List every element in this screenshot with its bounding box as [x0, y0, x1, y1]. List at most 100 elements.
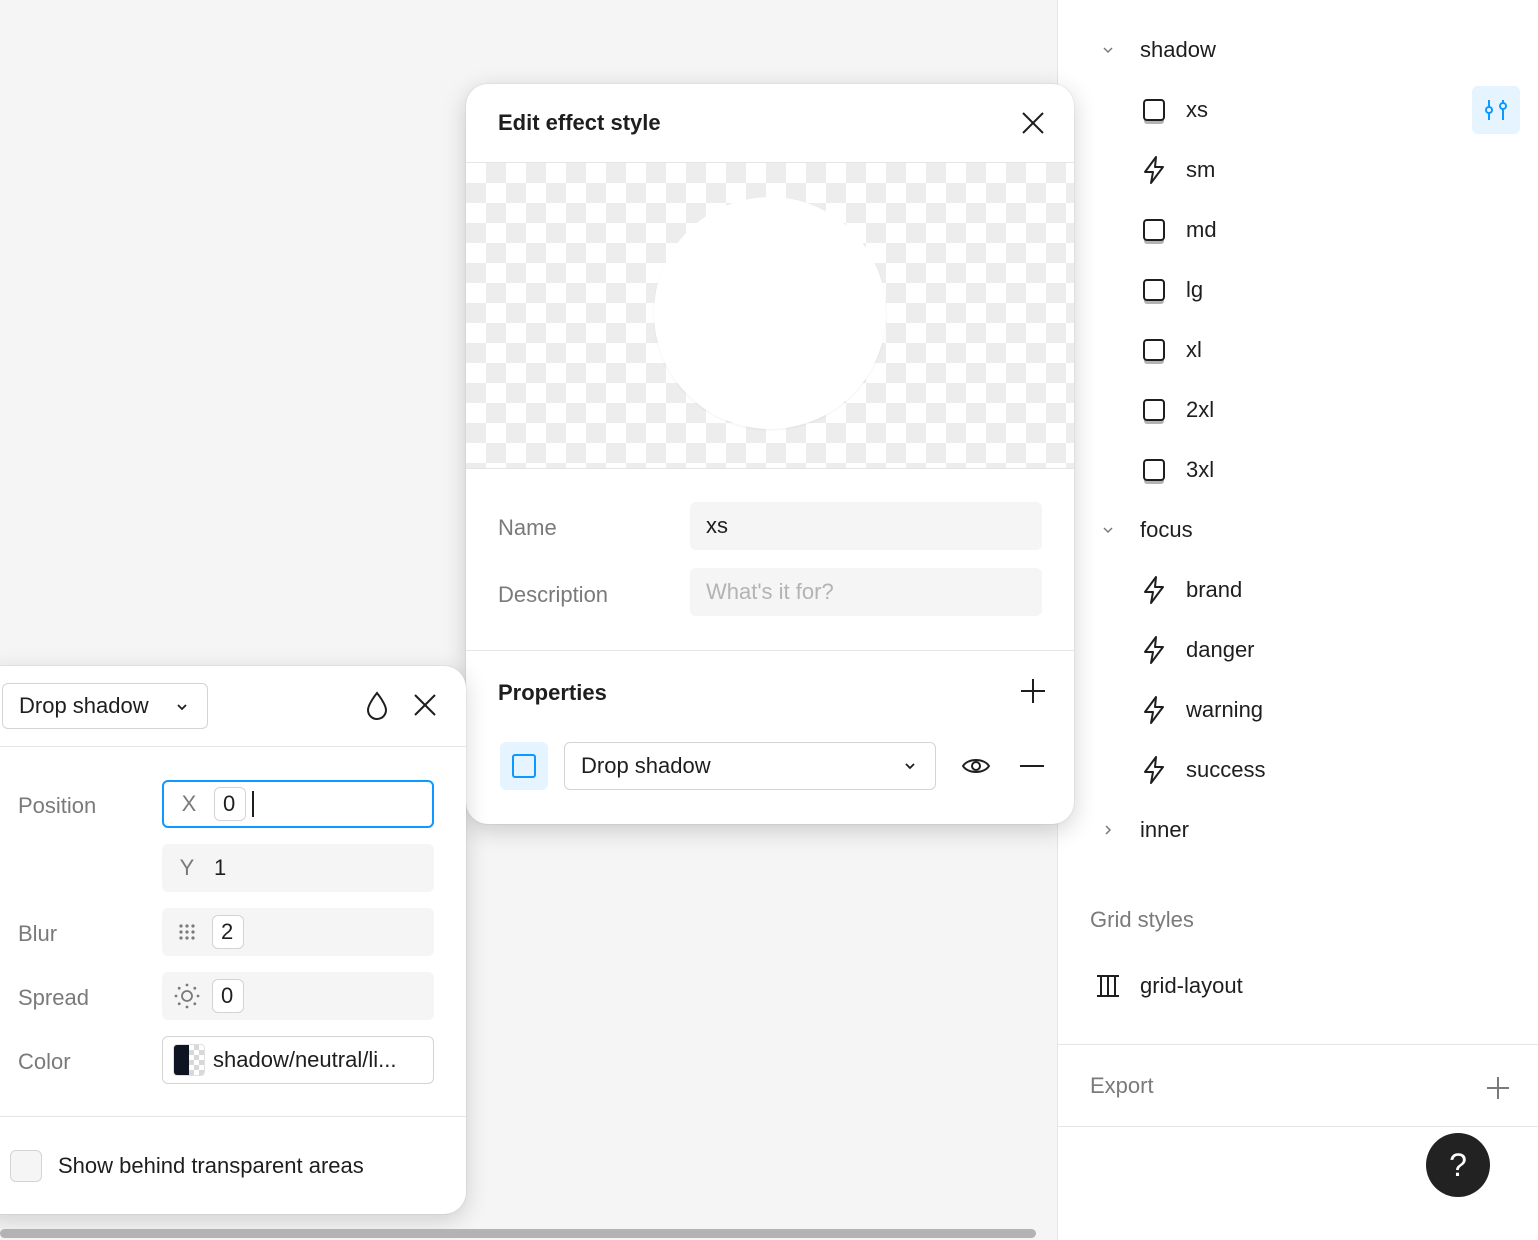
effect-square-icon: [1140, 96, 1168, 124]
close-icon: [414, 694, 436, 716]
description-label: Description: [498, 582, 609, 607]
chevron-down-icon[interactable]: [1098, 520, 1118, 540]
name-input[interactable]: xs: [690, 502, 1042, 550]
position-label: Position: [18, 793, 97, 818]
blur-value[interactable]: 2: [212, 915, 244, 949]
style-item-brand[interactable]: brand: [1058, 568, 1538, 612]
divider: [1058, 1126, 1538, 1127]
blur-label: Blur: [18, 921, 58, 946]
add-property-button[interactable]: [1018, 676, 1048, 706]
style-label: sm: [1186, 157, 1216, 182]
grid-styles-title: Grid styles: [1090, 907, 1194, 932]
style-item-md[interactable]: md: [1058, 208, 1538, 252]
style-item-2xl[interactable]: 2xl: [1058, 388, 1538, 432]
style-item-xs[interactable]: xs: [1058, 86, 1538, 134]
style-item-sm[interactable]: sm: [1058, 148, 1538, 192]
chevron-right-icon[interactable]: [1098, 820, 1118, 840]
close-dialog-button[interactable]: [1018, 108, 1048, 138]
effect-square-icon: [1140, 276, 1168, 304]
plus-icon: [1487, 1077, 1509, 1099]
blur-input[interactable]: 2: [162, 908, 434, 956]
spread-input[interactable]: 0: [162, 972, 434, 1020]
preview-circle: [654, 197, 886, 429]
text-cursor: [252, 791, 254, 817]
lightning-icon: [1140, 636, 1168, 664]
style-label: 3xl: [1186, 457, 1215, 482]
spread-value[interactable]: 0: [212, 979, 244, 1013]
eye-icon: [961, 759, 991, 773]
plus-icon: [1021, 679, 1045, 703]
effect-settings-button[interactable]: [500, 742, 548, 790]
blend-mode-button[interactable]: [362, 690, 392, 722]
y-position-input[interactable]: Y 1: [162, 844, 434, 892]
group-label: focus: [1140, 517, 1193, 542]
style-label: grid-layout: [1140, 973, 1243, 998]
properties-title: Properties: [498, 680, 607, 705]
group-inner[interactable]: inner: [1058, 808, 1538, 852]
style-label: xs: [1186, 97, 1208, 122]
visibility-toggle[interactable]: [960, 750, 992, 782]
style-item-xl[interactable]: xl: [1058, 328, 1538, 372]
style-item-3xl[interactable]: 3xl: [1058, 448, 1538, 492]
style-label: lg: [1186, 277, 1204, 302]
lightning-icon: [1140, 576, 1168, 604]
description-input[interactable]: What's it for?: [690, 568, 1042, 616]
close-icon: [1022, 112, 1044, 134]
effect-square-icon: [1140, 396, 1168, 424]
divider: [0, 746, 466, 747]
style-label: danger: [1186, 637, 1255, 662]
show-behind-transparent-checkbox[interactable]: [10, 1150, 42, 1182]
y-prefix: Y: [179, 855, 195, 880]
close-panel-button[interactable]: [410, 690, 440, 720]
style-label: md: [1186, 217, 1217, 242]
style-label: success: [1186, 757, 1266, 782]
grid-icon: [1094, 972, 1122, 1000]
export-title: Export: [1090, 1073, 1154, 1098]
x-value[interactable]: 0: [214, 787, 246, 821]
divider: [1058, 1044, 1538, 1045]
shadow-type-select[interactable]: Drop shadow: [2, 683, 208, 729]
style-item-success[interactable]: success: [1058, 748, 1538, 792]
x-prefix: X: [181, 791, 197, 816]
chevron-down-icon: [173, 698, 191, 716]
effect-square-icon: [512, 754, 536, 778]
chevron-down-icon[interactable]: [1098, 40, 1118, 60]
style-item-danger[interactable]: danger: [1058, 628, 1538, 672]
x-position-input[interactable]: X 0: [162, 780, 434, 828]
droplet-icon: [366, 691, 388, 720]
effect-type-select[interactable]: Drop shadow: [564, 742, 936, 790]
dialog-title: Edit effect style: [498, 110, 661, 135]
name-label: Name: [498, 515, 557, 540]
style-label: brand: [1186, 577, 1243, 602]
effect-square-icon: [1140, 336, 1168, 364]
lightning-icon: [1140, 756, 1168, 784]
style-label: xl: [1186, 337, 1202, 362]
help-button[interactable]: ?: [1426, 1133, 1490, 1197]
effect-square-icon: [1140, 456, 1168, 484]
edit-effect-style-dialog: Edit effect style Name xs Description Wh…: [466, 84, 1074, 824]
color-label: Color: [18, 1049, 71, 1074]
style-item-grid-layout[interactable]: grid-layout: [1058, 964, 1538, 1008]
edit-style-button[interactable]: [1472, 86, 1520, 134]
remove-effect-button[interactable]: [1016, 750, 1048, 782]
horizontal-scrollbar[interactable]: [0, 1229, 1036, 1238]
checkbox-label: Show behind transparent areas: [58, 1153, 364, 1178]
effect-type-label: Drop shadow: [581, 753, 711, 778]
style-item-lg[interactable]: lg: [1058, 268, 1538, 312]
style-label: warning: [1186, 697, 1264, 722]
add-export-button[interactable]: [1482, 1072, 1514, 1104]
color-input[interactable]: shadow/neutral/li...: [162, 1036, 434, 1084]
help-label: ?: [1449, 1146, 1467, 1183]
blur-icon: [162, 922, 212, 942]
color-value: shadow/neutral/li...: [213, 1047, 397, 1072]
group-shadow[interactable]: shadow: [1058, 28, 1538, 72]
divider: [466, 650, 1074, 651]
group-focus[interactable]: focus: [1058, 508, 1538, 552]
effect-square-icon: [1140, 216, 1168, 244]
color-swatch[interactable]: [173, 1044, 205, 1076]
style-label: 2xl: [1186, 397, 1215, 422]
style-item-warning[interactable]: warning: [1058, 688, 1538, 732]
spread-label: Spread: [18, 985, 89, 1010]
lightning-icon: [1140, 156, 1168, 184]
y-value[interactable]: 1: [212, 851, 244, 885]
